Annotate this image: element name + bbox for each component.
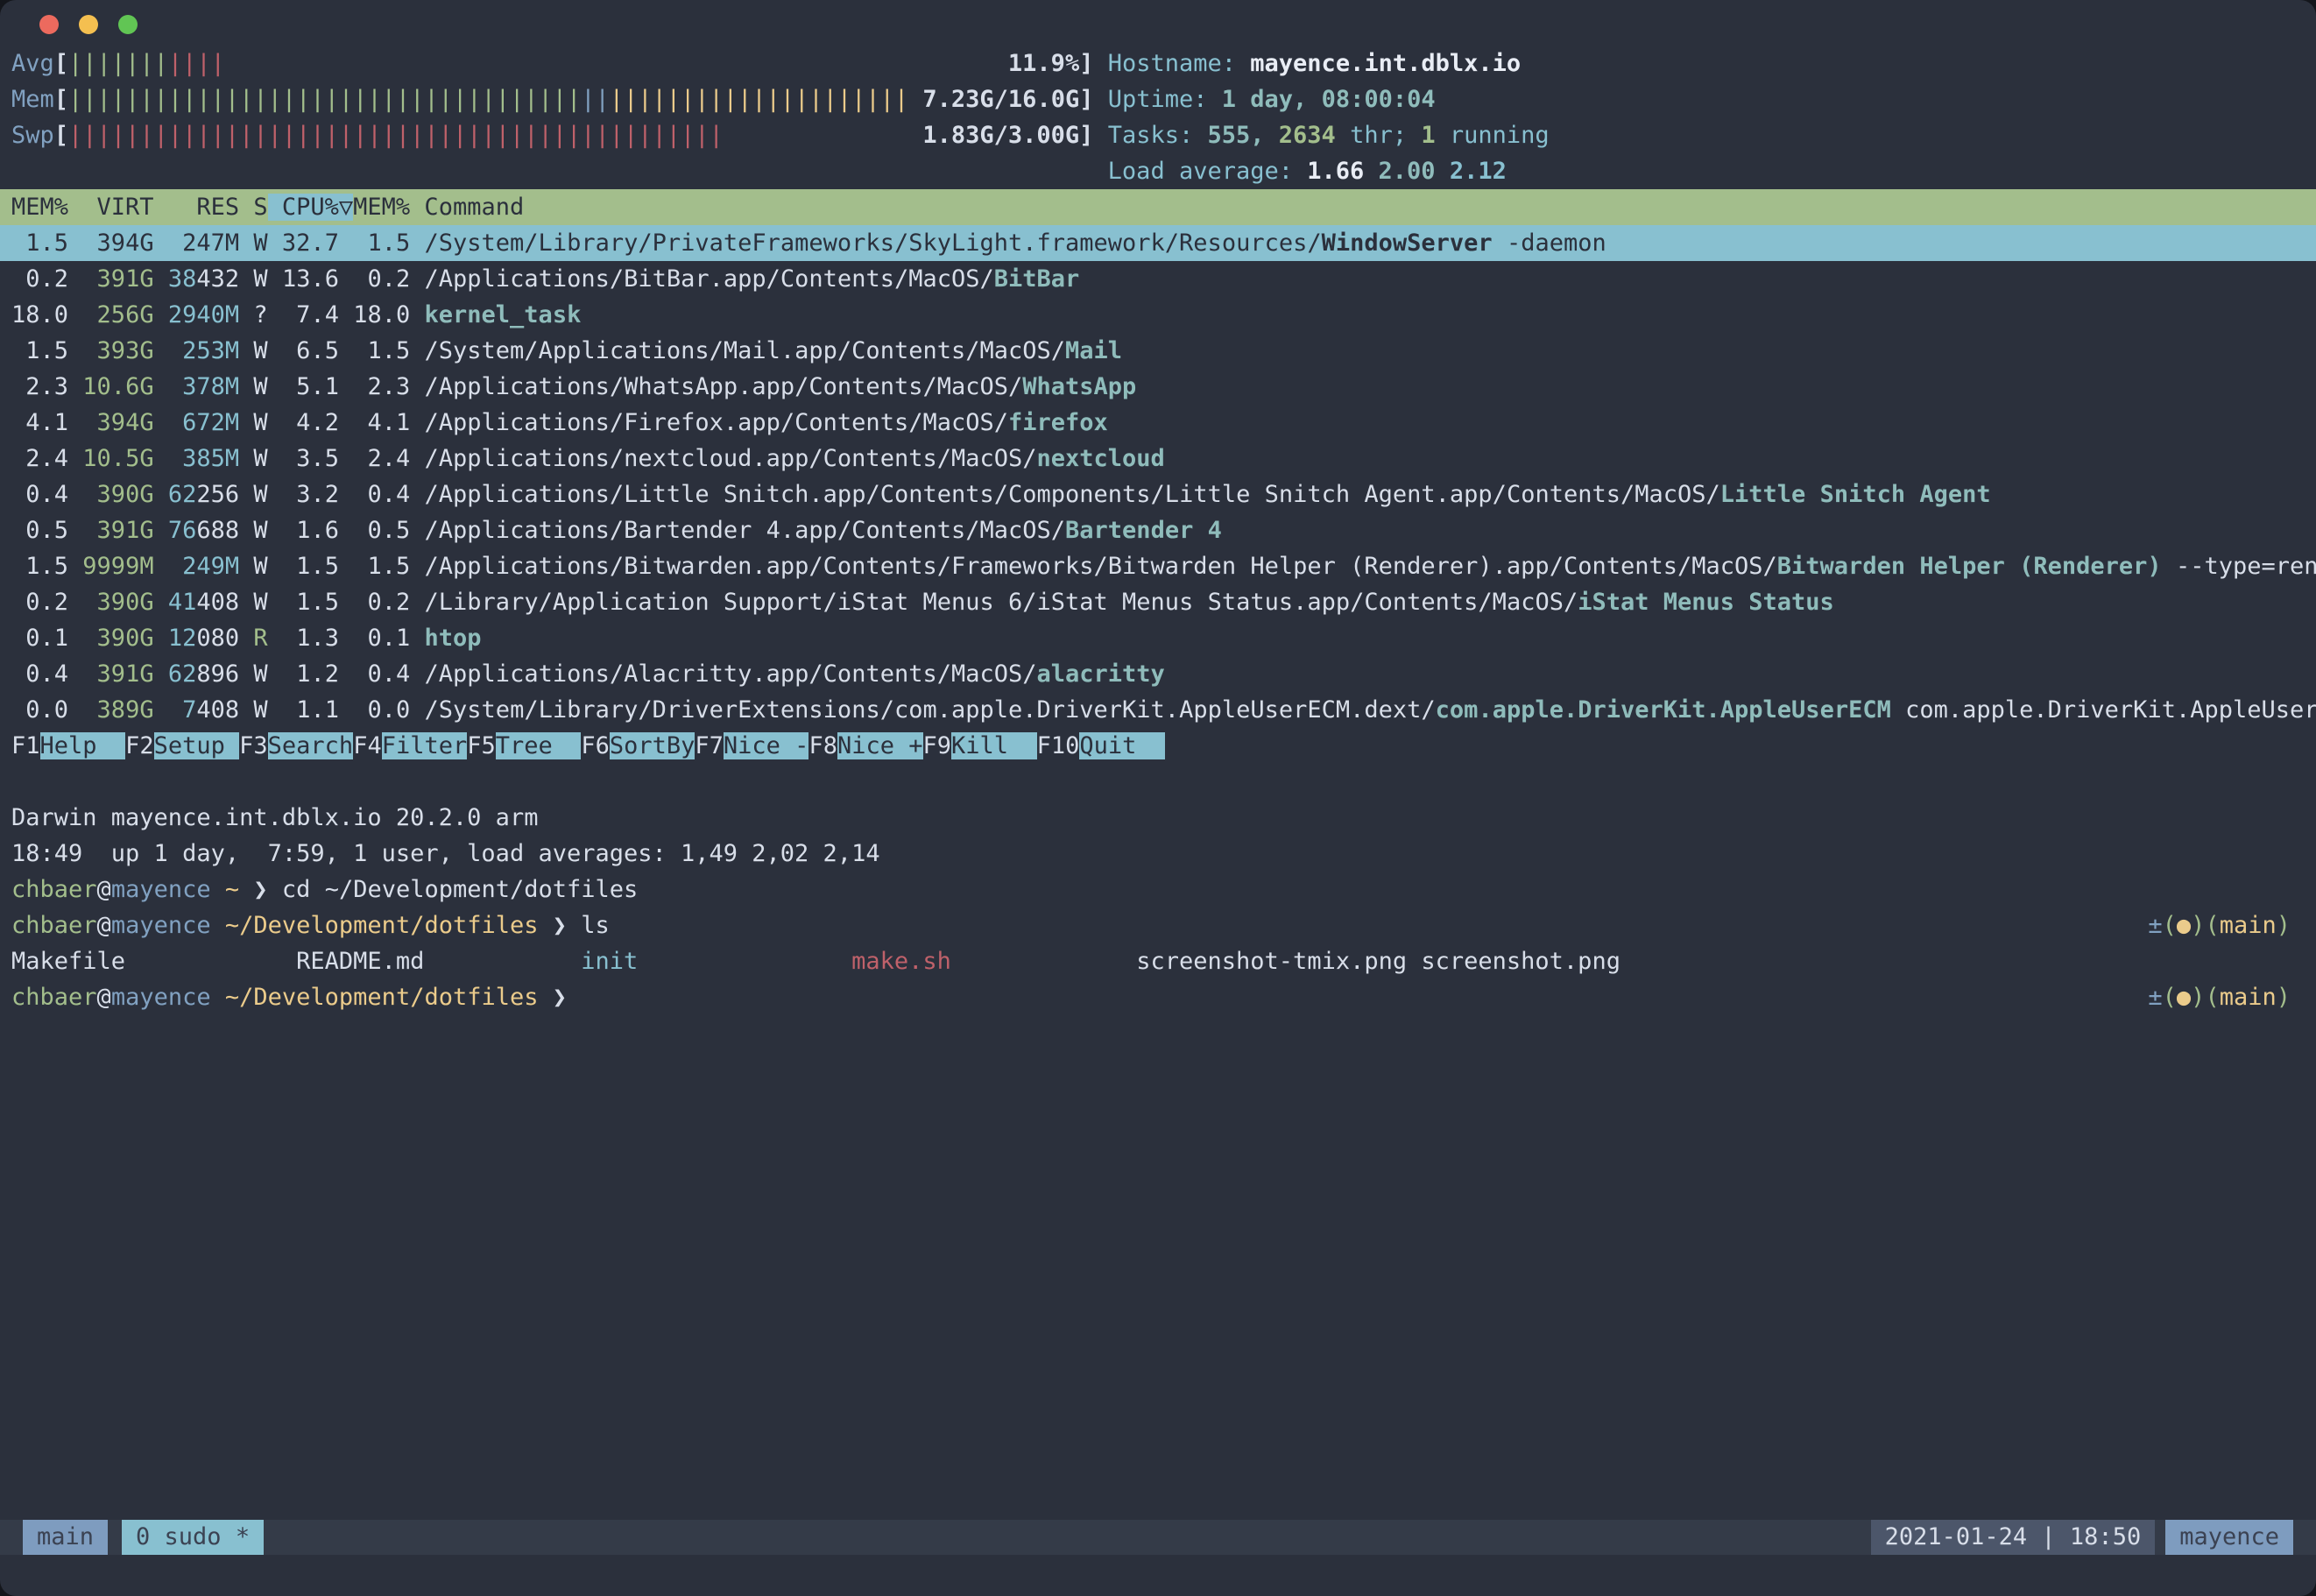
process-row[interactable]: 0.5 391G 76688 W 1.6 0.5 /Applications/B…: [11, 512, 2316, 548]
blank-line: [11, 764, 2316, 800]
process-row[interactable]: 0.1 390G 12080 R 1.3 0.1 htop: [11, 620, 2316, 656]
fkey-f6-button[interactable]: SortBy: [610, 732, 696, 759]
git-status-indicator: ±(●)(main): [2148, 979, 2291, 1015]
fkey-f8-button[interactable]: Nice +: [837, 732, 923, 759]
tmux-window-item[interactable]: 0 sudo *: [122, 1520, 264, 1555]
process-row[interactable]: 0.4 391G 62896 W 1.2 0.4 /Applications/A…: [11, 656, 2316, 692]
ls-output-line: Makefile README.md init make.sh screensh…: [11, 943, 2316, 979]
fkey-f5-button[interactable]: Tree: [496, 732, 582, 759]
tmux-session-name[interactable]: main: [23, 1520, 108, 1555]
uptime-line: 18:49 up 1 day, 7:59, 1 user, load avera…: [11, 836, 2316, 872]
process-row[interactable]: 2.3 10.6G 378M W 5.1 2.3 /Applications/W…: [11, 369, 2316, 405]
process-row[interactable]: 0.2 390G 41408 W 1.5 0.2 /Library/Applic…: [11, 584, 2316, 620]
process-row[interactable]: 18.0 256G 2940M ? 7.4 18.0 kernel_task: [11, 297, 2316, 333]
tmux-status-bar: main 0 sudo * 2021-01-24 | 18:50 mayence: [0, 1520, 2316, 1555]
tmux-date: 2021-01-24: [1885, 1523, 2028, 1550]
process-row[interactable]: 1.5 9999M 249M W 1.5 1.5 /Applications/B…: [11, 548, 2316, 584]
terminal-window: Avg[||||||||||| 11.9%] Hostname: mayence…: [0, 0, 2316, 1596]
terminal-content: Avg[||||||||||| 11.9%] Hostname: mayence…: [11, 46, 2316, 1015]
fkey-f1-button[interactable]: Help: [40, 732, 126, 759]
process-row[interactable]: 0.0 389G 7408 W 1.1 0.0 /System/Library/…: [11, 692, 2316, 728]
uname-line: Darwin mayence.int.dblx.io 20.2.0 arm: [11, 800, 2316, 836]
prompt-line-1[interactable]: chbaer@mayence ~ ❯ cd ~/Development/dotf…: [11, 872, 2316, 907]
process-row[interactable]: 1.5 394G 247M W 32.7 1.5 /System/Library…: [0, 225, 2316, 261]
fkey-f4-button[interactable]: Filter: [382, 732, 468, 759]
process-row[interactable]: 4.1 394G 672M W 4.2 4.1 /Applications/Fi…: [11, 405, 2316, 441]
process-row[interactable]: 0.4 390G 62256 W 3.2 0.4 /Applications/L…: [11, 477, 2316, 512]
process-table-header[interactable]: MEM% VIRT RES S CPU%▽MEM% Command: [0, 189, 2316, 225]
tmux-time: 18:50: [2070, 1523, 2141, 1550]
window-titlebar: [0, 0, 2316, 46]
fkey-f10-button[interactable]: Quit: [1079, 732, 1165, 759]
meter-swp: Swp[||||||||||||||||||||||||||||||||||||…: [11, 117, 2316, 153]
git-status-indicator: ±(●)(main): [2148, 907, 2291, 943]
function-key-bar[interactable]: F1Help F2Setup F3SearchF4FilterF5Tree F6…: [11, 728, 2316, 764]
prompt-line-3[interactable]: chbaer@mayence ~/Development/dotfiles ❯±…: [11, 979, 2316, 1015]
fkey-f7-button[interactable]: Nice -: [724, 732, 809, 759]
load-average-line: Load average: 1.66 2.00 2.12: [11, 153, 2316, 189]
process-row[interactable]: 1.5 393G 253M W 6.5 1.5 /System/Applicat…: [11, 333, 2316, 369]
tmux-hostname: mayence: [2165, 1520, 2293, 1555]
minimize-button[interactable]: [79, 15, 98, 34]
traffic-lights: [39, 15, 138, 34]
meter-avg: Avg[||||||||||| 11.9%] Hostname: mayence…: [11, 46, 2316, 81]
fkey-f3-button[interactable]: Search: [268, 732, 354, 759]
fkey-f9-button[interactable]: Kill: [951, 732, 1037, 759]
tmux-datetime: 2021-01-24 | 18:50: [1871, 1520, 2156, 1555]
tmux-separator: |: [2041, 1523, 2055, 1550]
close-button[interactable]: [39, 15, 59, 34]
tmux-status-right: 2021-01-24 | 18:50 mayence: [1871, 1520, 2293, 1555]
process-row[interactable]: 0.2 391G 38432 W 13.6 0.2 /Applications/…: [11, 261, 2316, 297]
fkey-f2-button[interactable]: Setup: [154, 732, 240, 759]
process-row[interactable]: 2.4 10.5G 385M W 3.5 2.4 /Applications/n…: [11, 441, 2316, 477]
zoom-button[interactable]: [118, 15, 138, 34]
meter-mem: Mem[||||||||||||||||||||||||||||||||||||…: [11, 81, 2316, 117]
prompt-line-2[interactable]: chbaer@mayence ~/Development/dotfiles ❯ …: [11, 907, 2316, 943]
